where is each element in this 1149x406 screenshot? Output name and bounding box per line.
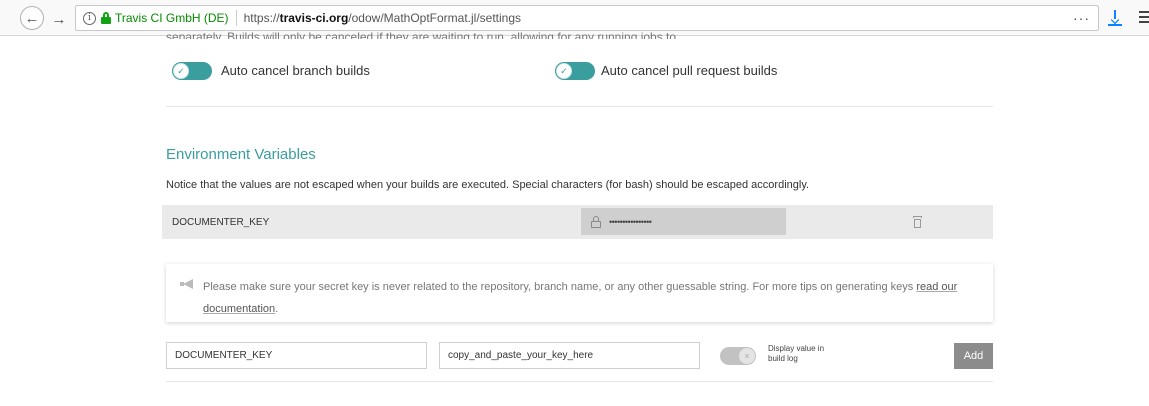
forward-arrow-icon[interactable]: → bbox=[48, 8, 70, 30]
secret-key-tip: Please make sure your secret key is neve… bbox=[166, 264, 993, 322]
url-separator bbox=[235, 10, 237, 26]
download-icon[interactable] bbox=[1108, 10, 1122, 26]
site-identity[interactable]: Travis CI GmbH (DE) bbox=[115, 11, 229, 25]
padlock-icon bbox=[591, 215, 601, 228]
auto-cancel-description: separately. Builds will only be canceled… bbox=[166, 31, 677, 39]
tip-end: . bbox=[275, 303, 279, 315]
auto-cancel-branch-label: Auto cancel branch builds bbox=[221, 63, 370, 78]
env-var-masked-value: •••••••••••••••• bbox=[609, 216, 652, 227]
back-arrow-icon[interactable]: ← bbox=[20, 6, 44, 30]
display-value-label: Display value in build log bbox=[768, 344, 825, 363]
env-vars-notice: Notice that the values are not escaped w… bbox=[166, 179, 810, 191]
env-var-row: DOCUMENTER_KEY •••••••••••••••• bbox=[162, 205, 993, 239]
url-path: /odow/MathOptFormat.jl/settings bbox=[348, 11, 522, 25]
env-vars-title: Environment Variables bbox=[166, 146, 316, 163]
url-prefix: https:// bbox=[243, 11, 280, 25]
env-var-value: •••••••••••••••• bbox=[581, 208, 786, 235]
form-divider bbox=[166, 381, 993, 382]
megaphone-icon bbox=[180, 279, 194, 289]
check-icon: ✓ bbox=[173, 63, 189, 79]
hamburger-menu-icon[interactable] bbox=[1139, 11, 1149, 25]
auto-cancel-pr-toggle[interactable]: ✓ bbox=[555, 62, 595, 80]
page-actions-menu-icon[interactable]: ··· bbox=[1073, 10, 1090, 26]
display-value-toggle[interactable]: × bbox=[720, 347, 756, 365]
tip-body: Please make sure your secret key is neve… bbox=[203, 281, 917, 293]
auto-cancel-pr-label: Auto cancel pull request builds bbox=[601, 63, 778, 78]
env-value-input[interactable]: copy_and_paste_your_key_here bbox=[439, 342, 700, 369]
env-var-name: DOCUMENTER_KEY bbox=[172, 217, 270, 228]
tip-link-part2: documentation bbox=[203, 303, 276, 315]
env-name-input[interactable]: DOCUMENTER_KEY bbox=[166, 342, 427, 369]
url-bar[interactable]: i Travis CI GmbH (DE) https://travis-ci.… bbox=[75, 5, 1099, 31]
section-divider bbox=[166, 106, 993, 107]
lock-icon[interactable] bbox=[101, 12, 111, 24]
url-text[interactable]: https://travis-ci.org/odow/MathOptFormat… bbox=[244, 11, 521, 25]
add-button[interactable]: Add bbox=[954, 343, 993, 369]
info-icon[interactable]: i bbox=[83, 11, 96, 25]
x-icon: × bbox=[739, 348, 755, 364]
url-domain: travis-ci.org bbox=[279, 11, 349, 25]
tip-text: Please make sure your secret key is neve… bbox=[203, 276, 978, 320]
check-icon: ✓ bbox=[556, 63, 572, 79]
auto-cancel-branch-toggle[interactable]: ✓ bbox=[172, 62, 212, 80]
trash-icon[interactable] bbox=[913, 216, 922, 228]
tip-link-part1: read our bbox=[916, 281, 958, 293]
